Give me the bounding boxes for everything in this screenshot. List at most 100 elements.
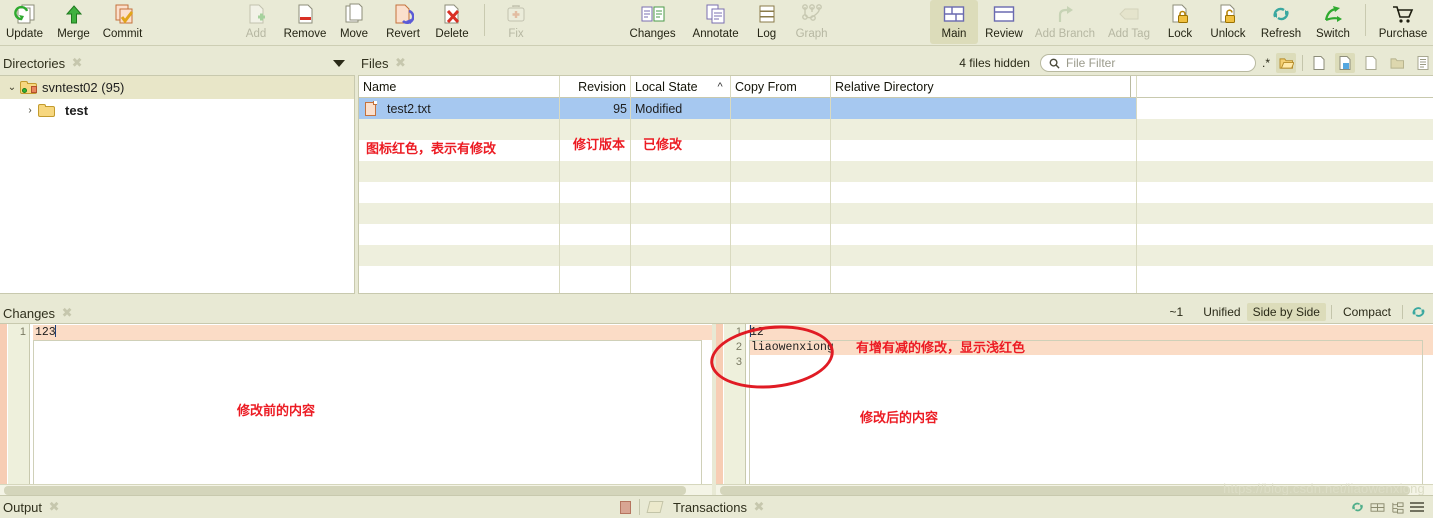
- horizontal-scrollbar-right[interactable]: [716, 484, 1433, 495]
- toolbar-button-review[interactable]: Review: [978, 0, 1030, 44]
- revert-icon: [392, 3, 415, 25]
- toolbar-label: Review: [985, 28, 1023, 40]
- close-icon[interactable]: ✖: [753, 500, 765, 513]
- regex-toggle[interactable]: .*: [1262, 56, 1270, 70]
- toolbar-button-changes[interactable]: Changes: [621, 0, 685, 44]
- column-divider: [559, 76, 560, 293]
- toolbar-divider-2: [1364, 4, 1366, 36]
- folder-filter-icon[interactable]: [1387, 53, 1407, 73]
- toolbar-button-lock[interactable]: Lock: [1158, 0, 1202, 44]
- change-marker-gutter: [716, 324, 723, 495]
- annotation-modified: 已修改: [643, 138, 683, 153]
- table-layout-icon[interactable]: [1367, 497, 1387, 517]
- line-number: 2: [735, 341, 742, 353]
- directories-panel: ⌄ svntest02 (95) › test: [0, 75, 355, 294]
- close-icon[interactable]: ✖: [394, 56, 406, 69]
- files-panel: Name Revision Local State ^ Copy From Re…: [358, 75, 1433, 294]
- diff-mode-compact[interactable]: Compact: [1337, 303, 1397, 321]
- toolbar-button-switch[interactable]: Switch: [1308, 0, 1358, 44]
- toolbar-button-remove[interactable]: Remove: [281, 0, 330, 44]
- code-text: 12: [750, 326, 764, 339]
- column-header-revision[interactable]: Revision: [559, 76, 630, 97]
- diff-code-before[interactable]: 123: [33, 324, 712, 495]
- toolbar-button-commit[interactable]: Commit: [98, 0, 147, 44]
- chevron-down-icon[interactable]: [333, 59, 345, 67]
- annotation-after-content: 修改后的内容: [860, 411, 939, 426]
- toolbar-divider-3: [1302, 55, 1303, 71]
- modified-file-icon: [365, 100, 377, 116]
- new-file-icon[interactable]: [1309, 53, 1329, 73]
- toolbar-label: Revert: [386, 28, 420, 40]
- transactions-tag-icon: [646, 501, 664, 513]
- move-file-icon: [343, 3, 365, 25]
- diff-code-after[interactable]: 12 liaowenxiong: [749, 324, 1433, 495]
- diff-pane-after[interactable]: 1 2 3 12 liaowenxiong 修改后的内容: [716, 324, 1433, 495]
- unlock-icon: [1217, 3, 1239, 25]
- column-divider: [1136, 76, 1137, 293]
- main-layout-icon: [942, 3, 966, 25]
- toolbar-button-add[interactable]: Add: [232, 0, 281, 44]
- column-header-local-state[interactable]: Local State ^: [630, 76, 730, 97]
- chevron-expanded-icon[interactable]: ⌄: [4, 82, 20, 93]
- close-icon[interactable]: ✖: [71, 56, 83, 69]
- toolbar-label: Annotate: [692, 28, 739, 40]
- toolbar-label: Move: [339, 28, 369, 40]
- toolbar-button-log[interactable]: Log: [747, 0, 787, 44]
- update-icon: [13, 3, 37, 25]
- refresh-icon[interactable]: [1408, 304, 1429, 320]
- add-branch-icon: [1054, 3, 1076, 25]
- horizontal-scrollbar-left[interactable]: [0, 484, 712, 495]
- toolbar-button-delete[interactable]: Delete: [428, 0, 477, 44]
- column-header-name[interactable]: Name: [359, 76, 559, 97]
- toolbar-label: Delete: [435, 28, 469, 40]
- list-view-icon[interactable]: [1413, 53, 1433, 73]
- toolbar-button-add-branch[interactable]: Add Branch: [1030, 0, 1100, 44]
- toolbar-group-vcs: Update Merge Commit: [0, 0, 147, 44]
- column-header-copy-from[interactable]: Copy From: [730, 76, 830, 97]
- toolbar-button-move[interactable]: Move: [330, 0, 379, 44]
- chevron-collapsed-icon[interactable]: ›: [22, 105, 38, 116]
- lock-icon: [1169, 3, 1191, 25]
- toolbar-button-annotate[interactable]: Annotate: [685, 0, 747, 44]
- toolbar-label: Update: [5, 28, 44, 40]
- column-divider: [830, 76, 831, 293]
- diff-mode-unified[interactable]: Unified: [1197, 303, 1246, 321]
- close-icon[interactable]: ✖: [61, 306, 73, 319]
- toolbar-button-main[interactable]: Main: [929, 0, 978, 44]
- column-label: Revision: [578, 79, 626, 94]
- diff-pane-before[interactable]: 1 123 修改前的内容: [0, 324, 712, 495]
- tree-item-svntest02[interactable]: ⌄ svntest02 (95): [0, 76, 354, 99]
- refresh-icon[interactable]: [1347, 497, 1367, 517]
- diff-mode-side-by-side[interactable]: Side by Side: [1246, 303, 1326, 321]
- toolbar-button-fix[interactable]: Fix: [492, 0, 541, 44]
- code-line: 123: [33, 325, 712, 340]
- toolbar-button-revert[interactable]: Revert: [379, 0, 428, 44]
- toolbar-divider-6: [639, 499, 641, 515]
- toolbar-label: Add Tag: [1107, 28, 1150, 40]
- hamburger-menu-icon[interactable]: [1407, 497, 1427, 517]
- file-filter-input[interactable]: File Filter: [1039, 54, 1256, 72]
- toolbar-button-purchase[interactable]: Purchase: [1373, 0, 1433, 44]
- tree-layout-icon[interactable]: [1387, 497, 1407, 517]
- toolbar-button-graph[interactable]: Graph: [787, 0, 837, 44]
- table-row[interactable]: test2.txt 95 Modified: [359, 98, 1136, 119]
- tree-item-test[interactable]: › test: [0, 99, 354, 122]
- sort-ascending-icon: ^: [717, 80, 723, 93]
- toolbar-button-update[interactable]: Update: [0, 0, 49, 44]
- toolbar-button-unlock[interactable]: Unlock: [1202, 0, 1254, 44]
- hidden-files-count: 4 files hidden: [959, 56, 1030, 70]
- annotate-icon: [704, 3, 728, 25]
- toolbar-label: Changes: [629, 28, 676, 40]
- tree-item-label: test: [65, 103, 89, 118]
- toolbar-button-add-tag[interactable]: Add Tag: [1100, 0, 1158, 44]
- files-zebra-background: [359, 119, 1433, 293]
- open-folder-icon[interactable]: [1276, 53, 1296, 73]
- changes-title: Changes: [3, 305, 56, 321]
- toolbar-button-refresh[interactable]: Refresh: [1254, 0, 1308, 44]
- remove-file-icon: [294, 3, 316, 25]
- file-with-changes-icon[interactable]: [1335, 53, 1355, 73]
- toolbar-button-merge[interactable]: Merge: [49, 0, 98, 44]
- column-header-relative-directory[interactable]: Relative Directory: [830, 76, 1130, 97]
- close-icon[interactable]: ✖: [48, 500, 60, 513]
- file-plain-icon[interactable]: [1361, 53, 1381, 73]
